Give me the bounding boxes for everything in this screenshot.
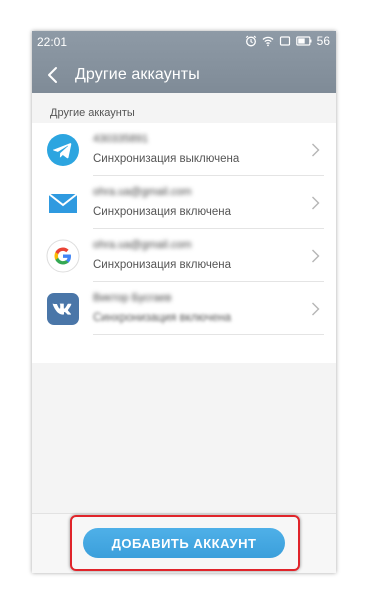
battery-level: 56 — [316, 34, 330, 48]
back-arrow-icon[interactable] — [46, 65, 60, 85]
page-title: Другие аккаунты — [75, 66, 200, 83]
wifi-icon — [262, 36, 274, 47]
chevron-right-icon — [312, 302, 320, 316]
app-bar: Другие аккаунты — [32, 59, 336, 93]
top-bar: 22:01 56 Другие аккаунты — [32, 31, 336, 93]
phone-screen: 22:01 56 Другие аккаунты Другие аккаунты… — [32, 31, 336, 573]
row-divider — [93, 334, 324, 335]
chevron-right-icon — [312, 249, 320, 263]
highlight-frame — [70, 515, 300, 571]
account-row-google[interactable]: ohra.ua@gmail.com Синхронизация включена — [32, 229, 336, 282]
status-time: 22:01 — [37, 35, 68, 49]
account-row-telegram[interactable]: 430335891 Синхронизация выключена — [32, 123, 336, 176]
accounts-list: 430335891 Синхронизация выключена ohra.u… — [32, 123, 336, 363]
vk-icon — [47, 293, 79, 325]
account-sync-status: Синхронизация включена — [93, 312, 231, 324]
account-name: ohra.ua@gmail.com — [93, 186, 192, 198]
account-name: 430335891 — [93, 133, 149, 145]
account-row-mail[interactable]: ohra.ua@gmail.com Синхронизация включена — [32, 176, 336, 229]
chevron-right-icon — [312, 143, 320, 157]
google-icon — [46, 239, 80, 273]
content-area: Другие аккаунты 430335891 Синхронизация … — [32, 93, 336, 513]
account-row-vk[interactable]: Виктор Бусгаев Синхронизация включена — [32, 282, 336, 335]
account-name: ohra.ua@gmail.com — [93, 239, 192, 251]
status-icons: 56 — [245, 34, 330, 48]
section-label: Другие аккаунты — [50, 107, 135, 119]
mail-icon — [48, 193, 78, 213]
account-sync-status: Синхронизация включена — [93, 259, 231, 271]
chevron-right-icon — [312, 196, 320, 210]
status-bar: 22:01 56 — [32, 31, 336, 55]
telegram-icon — [47, 134, 79, 166]
battery-icon — [295, 36, 312, 46]
account-sync-status: Синхронизация выключена — [93, 153, 240, 165]
screen-icon — [279, 36, 290, 46]
alarm-icon — [245, 35, 256, 47]
account-name: Виктор Бусгаев — [93, 292, 172, 304]
account-sync-status: Синхронизация включена — [93, 206, 231, 218]
